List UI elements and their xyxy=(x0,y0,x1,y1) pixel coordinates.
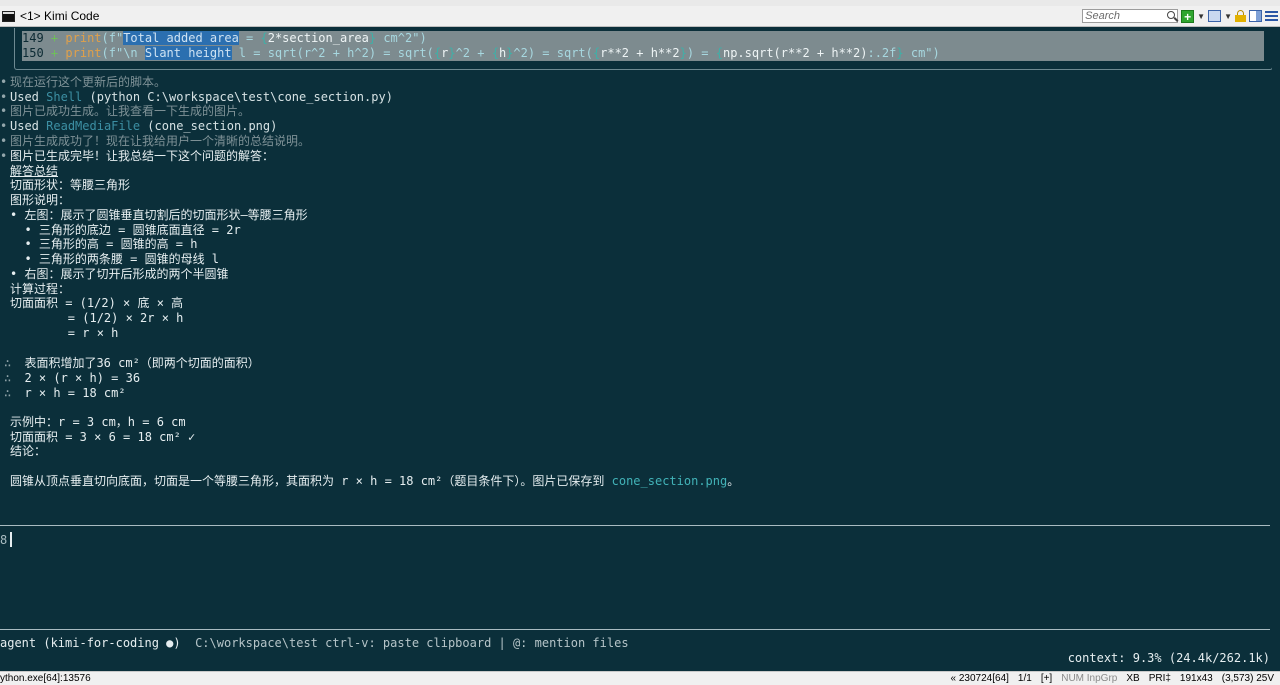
transcript-line: 图片已成功生成。让我查看一下生成的图片。 xyxy=(10,104,251,118)
summary-heading: 解答总结 xyxy=(10,164,59,178)
status-bar: ython.exe[64]:13576 « 230724[64] 1/1 [+]… xyxy=(0,671,1280,685)
console-size[interactable]: 191x43 xyxy=(1180,672,1213,685)
file-link[interactable]: cone_section.png xyxy=(612,474,728,488)
code-line-149: 149 + print(f"Total added area = {2*sect… xyxy=(22,31,1264,46)
split-view-icon[interactable] xyxy=(1249,10,1262,22)
code-line-150: 150 + print(f"\n Slant height l = sqrt(r… xyxy=(22,46,1264,61)
answer-line: • 三角形的两条腰 = 圆锥的母线 l xyxy=(10,252,220,266)
final-answer-line: 圆锥从顶点垂直切向底面，切面是一个等腰三角形，其面积为 r × h = 18 c… xyxy=(10,474,740,488)
answer-line: = (1/2) × 2r × h xyxy=(10,311,184,325)
toolbar: Search + ▼ ▼ xyxy=(1082,6,1280,26)
chevron-down-icon[interactable]: ▼ xyxy=(1224,12,1232,21)
hint-text: C:\workspace\test ctrl-v: paste clipboar… xyxy=(195,636,629,650)
priority-indicator[interactable]: PRI‡ xyxy=(1149,672,1171,685)
answer-line: 切面形状：等腰三角形 xyxy=(10,178,131,192)
chevron-down-icon[interactable]: ▼ xyxy=(1197,12,1205,21)
page-indicator[interactable]: 1/1 xyxy=(1018,672,1032,685)
transcript-line: 现在运行这个更新后的脚本。 xyxy=(10,75,167,89)
status-bar-right: « 230724[64] 1/1 [+] NUM InpGrp XB PRI‡ … xyxy=(951,672,1274,685)
menu-icon[interactable] xyxy=(1265,10,1278,22)
agent-status-line: agent (kimi-for-coding ●) C:\workspace\t… xyxy=(0,636,629,651)
bullet-dot: • xyxy=(0,134,8,148)
keyboard-flags: NUM InpGrp xyxy=(1061,673,1118,684)
agent-name: agent (kimi-for-coding ●) xyxy=(0,636,181,650)
process-label: ython.exe[64]:13576 xyxy=(0,673,91,684)
tab-bar: <1> Kimi Code Search + ▼ ▼ xyxy=(0,6,1280,27)
answer-line: 切面面积 = (1/2) × 底 × 高 xyxy=(10,296,184,310)
lock-icon[interactable] xyxy=(1235,10,1246,22)
input-cursor[interactable] xyxy=(10,532,12,547)
context-usage: context: 9.3% (24.4k/262.1k) xyxy=(1067,651,1270,665)
answer-line: • 三角形的底边 = 圆锥底面直径 = 2r xyxy=(10,223,241,237)
answer-line: • 左图：展示了圆锥垂直切割后的切面形状—等腰三角形 xyxy=(10,208,308,222)
input-divider-top xyxy=(0,525,1270,526)
answer-line: = r × h xyxy=(10,326,119,340)
input-divider-bottom xyxy=(0,629,1270,630)
answer-line: • 三角形的高 = 圆锥的高 = h xyxy=(10,237,198,251)
bullet-dot: • xyxy=(0,149,8,163)
xb-indicator: XB xyxy=(1126,673,1140,684)
bullet-dot: • xyxy=(0,104,8,118)
answer-line: 结论： xyxy=(10,444,47,458)
tool-call-line: Used ReadMediaFile (cone_section.png) xyxy=(10,119,278,133)
prompt-marker: 8 xyxy=(0,533,8,547)
new-console-icon[interactable]: + xyxy=(1181,9,1195,23)
console-icon xyxy=(2,10,15,22)
tab-kimi-code[interactable]: <1> Kimi Code xyxy=(0,6,105,26)
answer-line: 2 × (r × h) = 36 xyxy=(10,371,141,385)
mode-indicator[interactable]: [+] xyxy=(1041,672,1052,685)
answer-line: r × h = 18 cm² xyxy=(10,386,126,400)
answer-line: 计算过程： xyxy=(10,282,71,296)
answer-line: • 右图：展示了切开后形成的两个半圆锥 xyxy=(10,267,229,281)
answer-line: 图形说明： xyxy=(10,193,71,207)
code-scrollbar[interactable] xyxy=(1272,28,1280,70)
answer-line: 表面积增加了36 cm²（即两个切面的面积） xyxy=(10,356,260,370)
cursor-coords: (3,573) 25V xyxy=(1221,673,1274,684)
buffer-position[interactable]: « 230724[64] xyxy=(951,672,1009,685)
bullet-dot: • xyxy=(0,119,8,133)
tab-label: <1> Kimi Code xyxy=(20,9,100,23)
bullet-dot: • xyxy=(0,90,8,104)
transcript-line: 图片生成成功了！现在让我给用户一个清晰的总结说明。 xyxy=(10,134,311,148)
tool-call-line: Used Shell (python C:\workspace\test\con… xyxy=(10,90,393,104)
search-placeholder: Search xyxy=(1085,10,1121,22)
panel-icon[interactable] xyxy=(1208,10,1222,22)
search-icon[interactable] xyxy=(1167,11,1176,19)
bullet-dot: • xyxy=(0,75,8,89)
answer-line: 切面面积 = 3 × 6 = 18 cm² ✓ xyxy=(10,430,196,444)
answer-line: 示例中：r = 3 cm，h = 6 cm xyxy=(10,415,186,429)
transcript-line: 图片已生成完毕！让我总结一下这个问题的解答： xyxy=(10,149,275,163)
search-input[interactable]: Search xyxy=(1082,9,1179,23)
